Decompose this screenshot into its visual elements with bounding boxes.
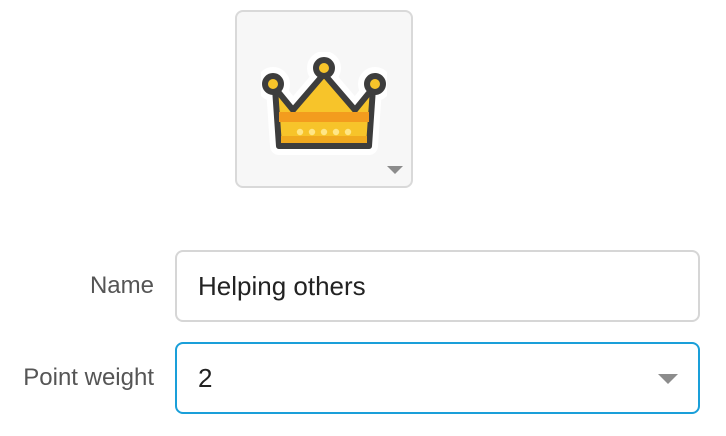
chevron-down-icon	[387, 166, 403, 174]
icon-picker-button[interactable]	[235, 10, 413, 188]
name-input[interactable]	[175, 250, 700, 322]
behavior-edit-form: Name Point weight 2	[0, 0, 726, 436]
point-weight-label: Point weight	[23, 364, 154, 391]
point-weight-value: 2	[198, 363, 213, 393]
name-row: Name	[0, 250, 726, 322]
name-label: Name	[89, 272, 154, 299]
point-weight-row: Point weight 2	[0, 342, 726, 414]
chevron-down-icon	[658, 374, 678, 384]
crown-icon	[261, 52, 387, 155]
point-weight-select[interactable]: 2	[175, 342, 700, 414]
